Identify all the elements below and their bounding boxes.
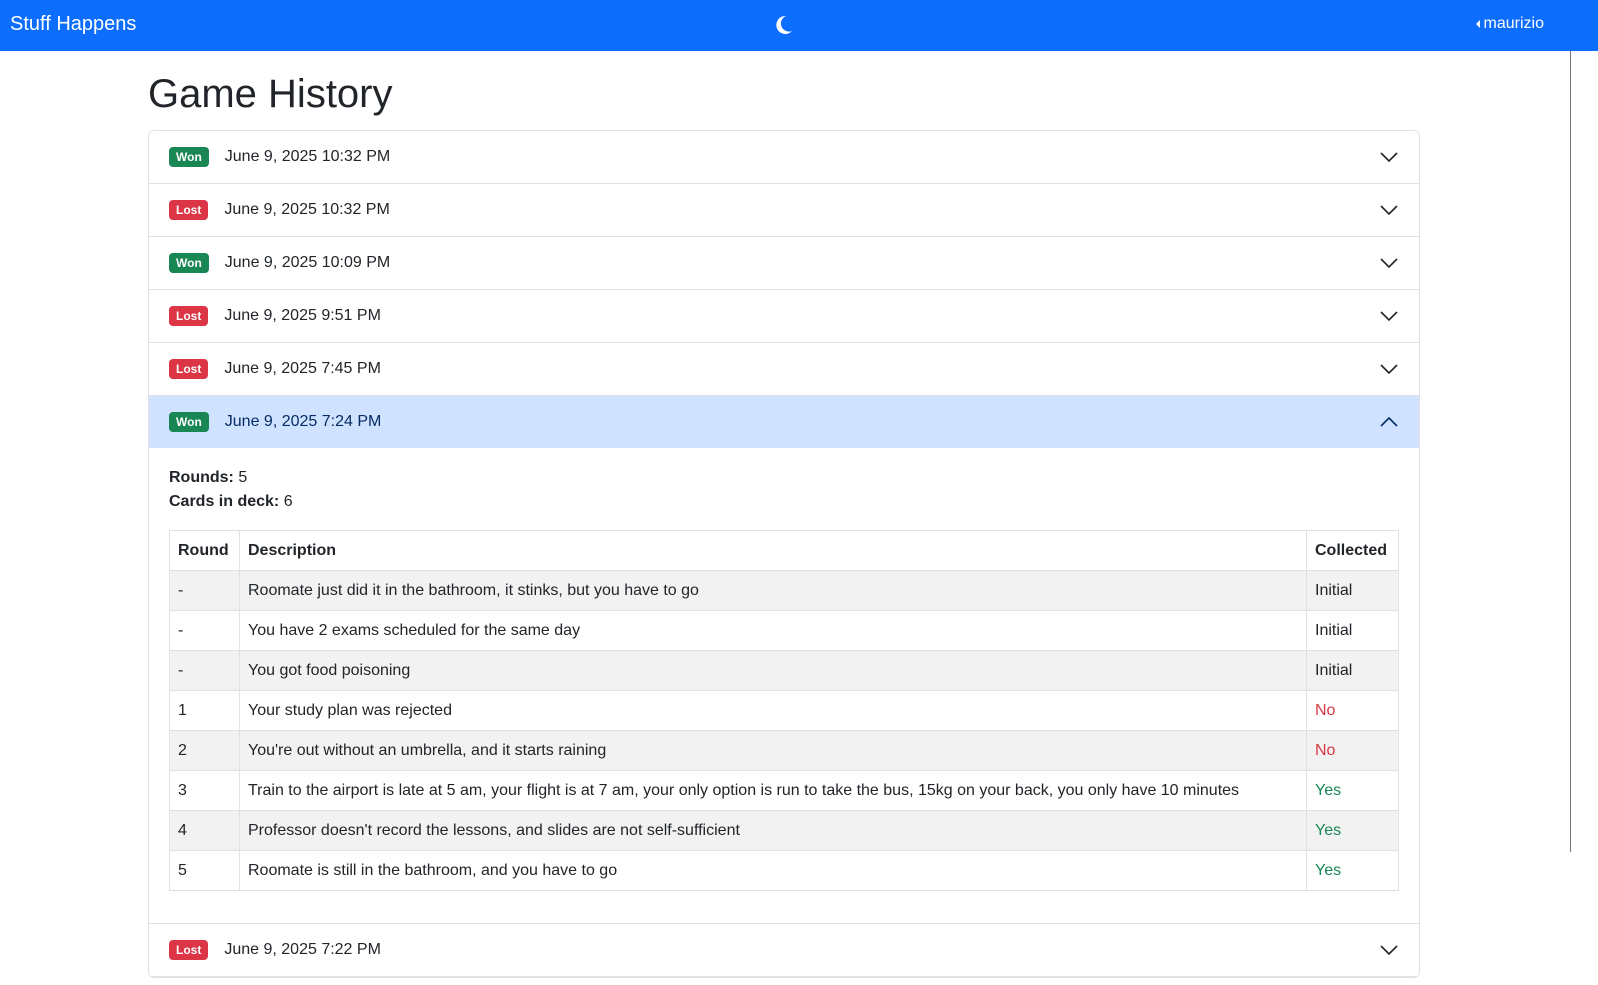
header-round: Round — [169, 530, 240, 571]
game-header[interactable]: Won June 9, 2025 10:09 PM — [149, 237, 1419, 289]
game-header[interactable]: Won June 9, 2025 10:32 PM — [149, 131, 1419, 183]
game-item: Lost June 9, 2025 7:22 PM — [149, 924, 1419, 977]
table-row: 5 Roomate is still in the bathroom, and … — [169, 850, 1399, 891]
cards-value: 6 — [283, 493, 293, 510]
game-header[interactable]: Lost June 9, 2025 7:22 PM — [149, 924, 1419, 976]
game-date: June 9, 2025 10:32 PM — [224, 201, 390, 218]
chevron-down-icon — [1380, 205, 1398, 216]
result-badge: Lost — [169, 359, 209, 379]
rounds-stat: Rounds: 5 — [169, 466, 1399, 490]
chevron-down-icon — [1380, 945, 1398, 956]
chevron-down-icon — [1380, 364, 1398, 375]
game-header[interactable]: Lost June 9, 2025 7:45 PM — [149, 343, 1419, 395]
page-title: Game History — [148, 72, 393, 116]
scrollbar[interactable] — [1568, 51, 1598, 985]
cell-description: Professor doesn't record the lessons, an… — [239, 810, 1307, 851]
table-row: 2 You're out without an umbrella, and it… — [169, 730, 1399, 771]
rounds-label: Rounds: — [169, 469, 234, 486]
cell-collected: No — [1306, 690, 1399, 731]
game-header[interactable]: Lost June 9, 2025 10:32 PM — [149, 184, 1419, 236]
result-badge: Lost — [169, 306, 209, 326]
cell-round: 3 — [169, 770, 240, 811]
chevron-up-icon — [1380, 416, 1398, 427]
cell-round: 4 — [169, 810, 240, 851]
moon-icon[interactable] — [772, 12, 796, 38]
cell-collected: Yes — [1306, 810, 1399, 851]
cell-description: Train to the airport is late at 5 am, yo… — [239, 770, 1307, 811]
table-row: 3 Train to the airport is late at 5 am, … — [169, 770, 1399, 811]
user-name: maurizio — [1483, 15, 1544, 32]
table-row: - You got food poisoning Initial — [169, 650, 1399, 691]
cell-round: - — [169, 610, 240, 651]
cell-round: - — [169, 570, 240, 611]
game-item: Lost June 9, 2025 7:45 PM — [149, 343, 1419, 396]
game-date: June 9, 2025 7:24 PM — [224, 413, 382, 430]
game-history-accordion: Won June 9, 2025 10:32 PM Lost June 9, 2… — [148, 130, 1420, 978]
cell-description: You have 2 exams scheduled for the same … — [239, 610, 1307, 651]
cell-round: 5 — [169, 850, 240, 891]
result-badge: Won — [169, 412, 209, 432]
header-description: Description — [239, 530, 1307, 571]
header-collected: Collected — [1306, 530, 1399, 571]
game-date: June 9, 2025 10:09 PM — [224, 254, 391, 271]
game-date: June 9, 2025 7:45 PM — [224, 360, 381, 377]
rounds-table: Round Description Collected - Roomate ju… — [169, 530, 1399, 891]
scrollbar-thumb[interactable] — [1570, 51, 1571, 852]
user-menu-toggle[interactable]: maurizio — [1475, 15, 1544, 33]
cell-round: - — [169, 650, 240, 691]
game-header[interactable]: Lost June 9, 2025 9:51 PM — [149, 290, 1419, 342]
cell-collected: No — [1306, 730, 1399, 771]
cell-round: 2 — [169, 730, 240, 771]
cards-label: Cards in deck: — [169, 493, 280, 510]
chevron-down-icon — [1380, 152, 1398, 163]
result-badge: Won — [169, 147, 209, 167]
game-date: June 9, 2025 10:32 PM — [224, 148, 391, 165]
cell-collected: Yes — [1306, 850, 1399, 891]
cell-collected: Initial — [1306, 610, 1399, 651]
rounds-value: 5 — [238, 469, 248, 486]
game-item: Won June 9, 2025 10:09 PM — [149, 237, 1419, 290]
result-badge: Lost — [169, 940, 209, 960]
table-row: - Roomate just did it in the bathroom, i… — [169, 570, 1399, 611]
table-row: - You have 2 exams scheduled for the sam… — [169, 610, 1399, 651]
cell-collected: Initial — [1306, 570, 1399, 611]
cell-description: You're out without an umbrella, and it s… — [239, 730, 1307, 771]
cell-description: Roomate just did it in the bathroom, it … — [239, 570, 1307, 611]
game-header[interactable]: Won June 9, 2025 7:24 PM — [149, 396, 1419, 448]
game-details: Rounds: 5 Cards in deck: 6 Round Descrip… — [149, 448, 1419, 923]
navbar: Stuff Happens maurizio — [0, 0, 1598, 51]
table-header-row: Round Description Collected — [169, 530, 1399, 571]
game-item: Won June 9, 2025 10:32 PM — [149, 131, 1419, 184]
result-badge: Lost — [169, 200, 209, 220]
cell-round: 1 — [169, 690, 240, 731]
game-date: June 9, 2025 9:51 PM — [224, 307, 381, 324]
chevron-down-icon — [1380, 258, 1398, 269]
cards-stat: Cards in deck: 6 — [169, 490, 1399, 514]
table-row: 1 Your study plan was rejected No — [169, 690, 1399, 731]
table-row: 4 Professor doesn't record the lessons, … — [169, 810, 1399, 851]
cell-description: Your study plan was rejected — [239, 690, 1307, 731]
game-item-expanded: Won June 9, 2025 7:24 PM Rounds: 5 Cards… — [149, 396, 1419, 924]
cell-collected: Yes — [1306, 770, 1399, 811]
game-item: Lost June 9, 2025 9:51 PM — [149, 290, 1419, 343]
caret-left-icon — [1475, 20, 1480, 28]
game-date: June 9, 2025 7:22 PM — [224, 941, 381, 958]
chevron-down-icon — [1380, 311, 1398, 322]
cell-description: You got food poisoning — [239, 650, 1307, 691]
result-badge: Won — [169, 253, 209, 273]
cell-description: Roomate is still in the bathroom, and yo… — [239, 850, 1307, 891]
brand-link[interactable]: Stuff Happens — [10, 13, 136, 36]
cell-collected: Initial — [1306, 650, 1399, 691]
game-item: Lost June 9, 2025 10:32 PM — [149, 184, 1419, 237]
